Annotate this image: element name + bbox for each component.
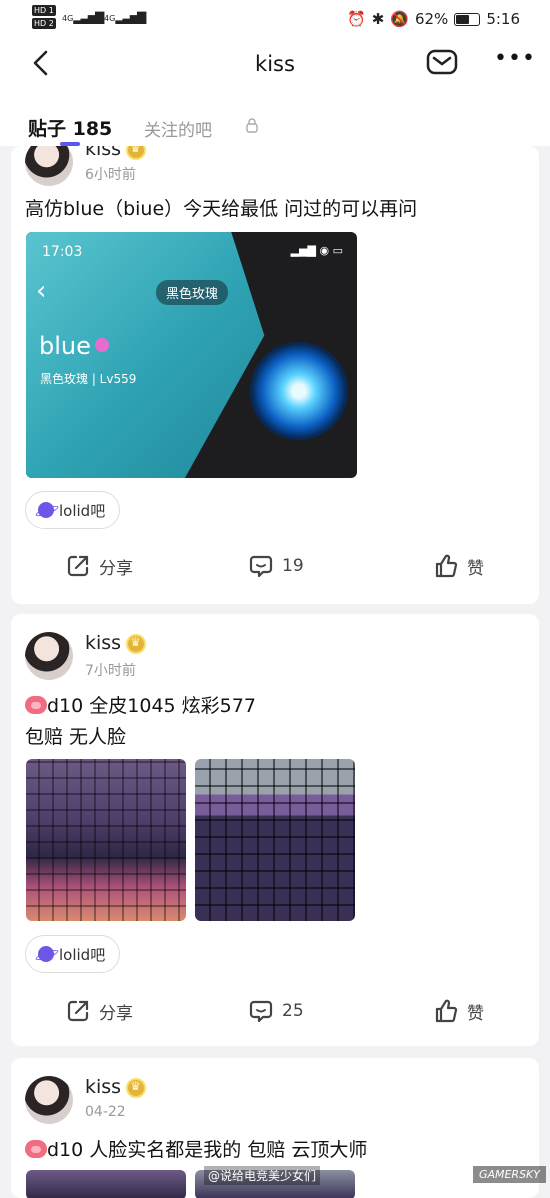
post-time: 04-22 xyxy=(85,1104,126,1120)
pig-emoji-icon xyxy=(25,1140,47,1158)
post-image[interactable]: 17:03 ▂▅▇ ◉ ▭ ‹ 黑色玫瑰 blue 黑色玫瑰 | Lv559 xyxy=(26,232,357,478)
share-button[interactable]: 分享 xyxy=(65,553,133,579)
username[interactable]: kiss xyxy=(85,632,147,654)
tab-posts[interactable]: 贴子 185 xyxy=(28,114,112,141)
image-name: blue xyxy=(39,332,109,360)
post-text: 高仿blue（biue）今天给最低 问过的可以再问 xyxy=(25,198,418,220)
alarm-icon: ⏰ xyxy=(347,10,366,28)
post-image-skins-grid[interactable] xyxy=(26,759,186,921)
tab-followed-forums[interactable]: 关注的吧 xyxy=(144,116,212,141)
post-image-skins-list[interactable] xyxy=(195,759,355,921)
forum-tag[interactable]: lolid吧 xyxy=(25,935,121,973)
crown-badge-icon xyxy=(126,1077,147,1098)
forum-planet-icon xyxy=(38,502,54,518)
site-watermark: GAMERSKY xyxy=(472,1166,546,1183)
post-time: 7小时前 xyxy=(85,663,136,679)
message-icon[interactable] xyxy=(426,48,458,76)
image-subtitle: 黑色玫瑰 | Lv559 xyxy=(40,372,137,386)
pig-emoji-icon xyxy=(25,696,47,714)
more-options-icon[interactable]: ••• xyxy=(494,46,536,71)
image-back-icon: ‹ xyxy=(36,276,47,306)
comment-button[interactable]: 19 xyxy=(248,553,304,579)
username[interactable]: kiss xyxy=(85,1076,147,1098)
lock-icon xyxy=(246,118,258,133)
image-status-icons: ▂▅▇ ◉ ▭ xyxy=(290,244,343,257)
post-card[interactable]: kiss 6小时前 高仿blue（biue）今天给最低 问过的可以再问 17:0… xyxy=(11,146,539,604)
tab-bar: 贴子 185 关注的吧 xyxy=(0,98,550,146)
image-time: 17:03 xyxy=(42,244,83,260)
clock: 5:16 xyxy=(486,10,520,28)
status-bar: HD 1 HD 2 4G▂▃▅▇ 4G▂▃▅▇ ⏰ ✱ 🔕 62% 5:16 xyxy=(0,0,550,38)
sim-indicators: HD 1 HD 2 xyxy=(32,5,56,31)
share-icon xyxy=(67,555,89,577)
battery-percent: 62% xyxy=(414,10,449,28)
thumbs-up-icon xyxy=(435,999,458,1023)
post-actions: 分享 25 赞 xyxy=(11,998,539,1038)
post-text: d10 人脸实名都是我的 包赔 云顶大师 xyxy=(25,1135,367,1166)
avatar[interactable] xyxy=(25,632,73,680)
avatar[interactable] xyxy=(25,1076,73,1124)
crown-badge-icon xyxy=(126,146,147,160)
sim1-badge: HD 1 xyxy=(32,5,56,16)
weibo-watermark: @说给电竞美少女们 xyxy=(204,1166,321,1185)
share-icon xyxy=(67,1000,89,1022)
crown-badge-icon xyxy=(126,633,147,654)
crystal-emblem xyxy=(250,342,348,440)
battery-icon xyxy=(454,12,481,26)
bluetooth-icon: ✱ xyxy=(371,10,385,28)
thumbs-up-icon xyxy=(435,554,458,578)
comment-icon xyxy=(249,1000,273,1023)
forum-planet-icon xyxy=(38,946,54,962)
username[interactable]: kiss xyxy=(85,146,147,160)
post-actions: 分享 19 赞 xyxy=(11,553,539,593)
mute-icon: 🔕 xyxy=(390,10,409,28)
like-button[interactable]: 赞 xyxy=(433,553,484,579)
image-chip: 黑色玫瑰 xyxy=(156,280,229,305)
page-title: kiss xyxy=(255,52,295,76)
like-button[interactable]: 赞 xyxy=(433,998,484,1024)
forum-tag[interactable]: lolid吧 xyxy=(25,491,121,529)
post-text: d10 全皮1045 炫彩577 包赔 无人脸 xyxy=(25,695,256,748)
post-card[interactable]: kiss 7小时前 d10 全皮1045 炫彩577 包赔 无人脸 lolid吧… xyxy=(11,614,539,1046)
post-time: 6小时前 xyxy=(85,167,136,183)
nav-bar: kiss ••• xyxy=(0,38,550,98)
status-right: ⏰ ✱ 🔕 62% 5:16 xyxy=(347,10,520,28)
comment-button[interactable]: 25 xyxy=(248,998,304,1024)
avatar[interactable] xyxy=(25,146,73,186)
signal-icon: 4G▂▃▅▇ 4G▂▃▅▇ xyxy=(62,10,146,24)
post-image[interactable] xyxy=(26,1170,186,1198)
sim2-badge: HD 2 xyxy=(32,18,56,29)
share-button[interactable]: 分享 xyxy=(65,998,133,1024)
comment-icon xyxy=(249,555,273,578)
